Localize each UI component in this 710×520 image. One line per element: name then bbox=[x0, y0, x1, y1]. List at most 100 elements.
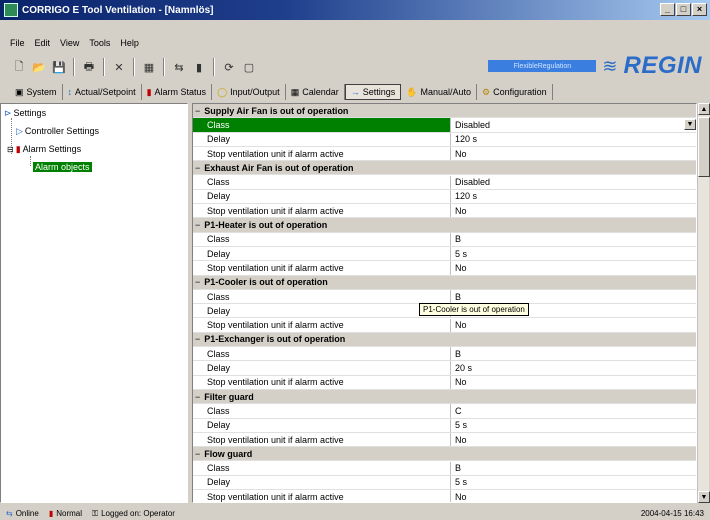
tree-item-controller-settings[interactable]: ▷ Controller Settings bbox=[16, 125, 99, 137]
property-value[interactable]: 120 s bbox=[451, 190, 696, 203]
property-row[interactable]: Class B bbox=[193, 461, 696, 476]
collapse-icon[interactable]: − bbox=[195, 277, 200, 287]
print-icon[interactable]: 🖶 bbox=[80, 58, 98, 76]
collapse-icon[interactable]: − bbox=[195, 106, 200, 116]
menu-file[interactable]: File bbox=[10, 38, 25, 48]
tab-calendar[interactable]: ▦ Calendar bbox=[286, 84, 345, 100]
property-value-text: No bbox=[455, 491, 467, 502]
tab-actual-setpoint[interactable]: ↕ Actual/Setpoint bbox=[63, 84, 142, 100]
vertical-scrollbar[interactable]: ▲ ▼ bbox=[697, 103, 710, 503]
tab-label: Manual/Auto bbox=[420, 87, 472, 97]
property-row[interactable]: Delay 5 s bbox=[193, 475, 696, 491]
property-row[interactable]: Stop ventilation unit if alarm active No bbox=[193, 318, 696, 333]
tab-system[interactable]: ▣ System bbox=[10, 84, 63, 100]
open-icon[interactable]: 📂 bbox=[30, 58, 48, 76]
minimize-button[interactable]: _ bbox=[660, 3, 675, 16]
new-icon[interactable]: 🗋 bbox=[10, 58, 28, 76]
property-value[interactable]: No bbox=[451, 319, 696, 332]
property-row[interactable]: Stop ventilation unit if alarm active No bbox=[193, 375, 696, 390]
property-value[interactable]: No bbox=[451, 433, 696, 446]
property-value[interactable]: 120 s bbox=[451, 133, 696, 146]
property-value[interactable]: No bbox=[451, 490, 696, 502]
close-button[interactable]: × bbox=[692, 3, 707, 16]
property-value[interactable]: B bbox=[451, 347, 696, 360]
alarm-icon[interactable]: ▮ bbox=[190, 58, 208, 76]
save-icon[interactable]: 💾 bbox=[50, 58, 68, 76]
property-value[interactable]: B bbox=[451, 462, 696, 475]
property-name: Class bbox=[193, 461, 451, 475]
tab-configuration[interactable]: ⚙ Configuration bbox=[477, 84, 553, 100]
grid-icon[interactable]: ▦ bbox=[140, 58, 158, 76]
property-value[interactable]: Disabled ▼ bbox=[451, 118, 696, 131]
group-header[interactable]: − P1-Cooler is out of operation bbox=[193, 275, 696, 290]
group-header[interactable]: − Flow guard bbox=[193, 447, 696, 462]
group-header[interactable]: − P1-Heater is out of operation bbox=[193, 218, 696, 233]
tree-item-alarm-settings[interactable]: ⊟ ▮ Alarm Settings bbox=[7, 143, 81, 155]
menu-tools[interactable]: Tools bbox=[89, 38, 110, 48]
property-value[interactable]: 5 s bbox=[451, 476, 696, 489]
property-name: Delay bbox=[193, 189, 451, 204]
property-value[interactable]: Disabled bbox=[451, 176, 696, 189]
property-name: Stop ventilation unit if alarm active bbox=[193, 261, 451, 275]
property-row[interactable]: Class B bbox=[193, 232, 696, 247]
property-row[interactable]: Delay 20 s bbox=[193, 361, 696, 376]
menu-view[interactable]: View bbox=[60, 38, 79, 48]
property-row[interactable]: Class B bbox=[193, 347, 696, 362]
property-row[interactable]: Stop ventilation unit if alarm active No bbox=[193, 146, 696, 162]
tab-input-output[interactable]: ◯ Input/Output bbox=[212, 84, 286, 100]
property-value[interactable]: C bbox=[451, 404, 696, 417]
property-row[interactable]: Delay 120 s bbox=[193, 189, 696, 205]
menu-edit[interactable]: Edit bbox=[35, 38, 51, 48]
property-value[interactable]: No bbox=[451, 261, 696, 274]
collapse-icon[interactable]: − bbox=[195, 392, 200, 402]
scroll-thumb[interactable] bbox=[698, 117, 710, 177]
connect-icon[interactable]: ⇆ bbox=[170, 58, 188, 76]
property-row[interactable]: Delay 5 s bbox=[193, 247, 696, 262]
collapse-icon[interactable]: − bbox=[195, 163, 200, 173]
tab-settings[interactable]: → Settings bbox=[344, 84, 402, 100]
property-value[interactable]: No bbox=[451, 204, 696, 217]
property-value[interactable]: B bbox=[451, 233, 696, 246]
collapse-icon[interactable]: − bbox=[195, 334, 200, 344]
maximize-button[interactable]: □ bbox=[676, 3, 691, 16]
tree-item-alarm-objects[interactable]: Alarm objects bbox=[33, 161, 92, 173]
property-name: Stop ventilation unit if alarm active bbox=[193, 432, 451, 447]
property-row[interactable]: Stop ventilation unit if alarm active No bbox=[193, 261, 696, 276]
collapse-icon[interactable]: − bbox=[195, 220, 200, 230]
status-time: 2004-04-15 16:43 bbox=[640, 509, 704, 518]
tree-item-settings[interactable]: ⊳ Settings bbox=[4, 107, 46, 119]
property-value[interactable]: No bbox=[451, 376, 696, 389]
dropdown-button[interactable]: ▼ bbox=[684, 119, 696, 131]
property-row[interactable]: Class Disabled bbox=[193, 175, 696, 190]
property-row[interactable]: Stop ventilation unit if alarm active No bbox=[193, 490, 696, 502]
delete-icon[interactable]: ✕ bbox=[110, 58, 128, 76]
group-header[interactable]: − Supply Air Fan is out of operation bbox=[193, 104, 696, 119]
property-value[interactable]: 5 s bbox=[451, 247, 696, 260]
property-value[interactable]: No bbox=[451, 147, 696, 160]
property-value[interactable]: B bbox=[451, 290, 696, 303]
property-row[interactable]: Stop ventilation unit if alarm active No bbox=[193, 432, 696, 448]
window-icon[interactable]: ▢ bbox=[240, 58, 258, 76]
status-logged-on: ⚿ Logged on: Operator bbox=[92, 509, 175, 519]
property-row[interactable]: Delay 5 s bbox=[193, 418, 696, 433]
menu-help[interactable]: Help bbox=[120, 38, 139, 48]
tree-connector bbox=[30, 156, 31, 166]
group-header[interactable]: − Exhaust Air Fan is out of operation bbox=[193, 161, 696, 176]
property-row[interactable]: Class Disabled ▼ bbox=[193, 118, 696, 133]
property-name: Stop ventilation unit if alarm active bbox=[193, 204, 451, 218]
refresh-icon[interactable]: ⟳ bbox=[220, 58, 238, 76]
tab-manual-auto[interactable]: ✋ Manual/Auto bbox=[401, 84, 478, 100]
group-header[interactable]: − Filter guard bbox=[193, 390, 696, 405]
tab-bar: ▣ System ↕ Actual/Setpoint ▮ Alarm Status ◯… bbox=[0, 83, 710, 101]
property-row[interactable]: Stop ventilation unit if alarm active No bbox=[193, 204, 696, 219]
scroll-down-button[interactable]: ▼ bbox=[698, 491, 710, 503]
tree-label: Alarm objects bbox=[33, 162, 92, 172]
property-value[interactable]: 20 s bbox=[451, 361, 696, 374]
collapse-icon[interactable]: − bbox=[195, 449, 200, 459]
property-row[interactable]: Class C bbox=[193, 404, 696, 419]
scroll-up-button[interactable]: ▲ bbox=[698, 103, 710, 115]
property-value[interactable]: 5 s bbox=[451, 419, 696, 432]
tab-alarm-status[interactable]: ▮ Alarm Status bbox=[142, 84, 213, 100]
group-header[interactable]: − P1-Exchanger is out of operation bbox=[193, 332, 696, 348]
property-row[interactable]: Delay 120 s bbox=[193, 132, 696, 147]
